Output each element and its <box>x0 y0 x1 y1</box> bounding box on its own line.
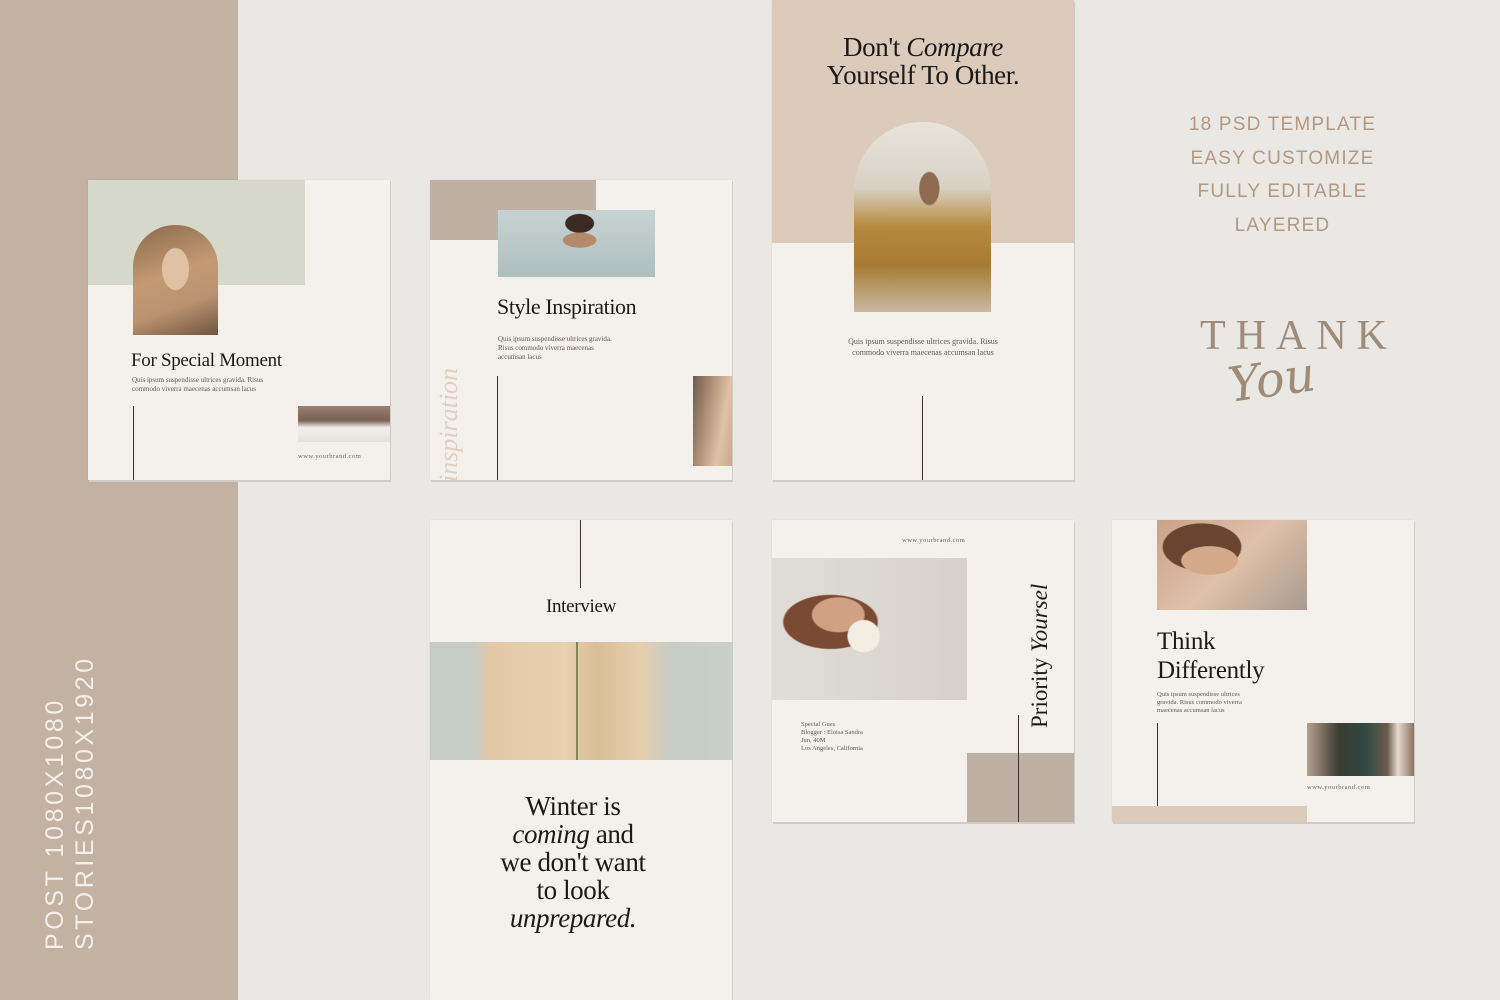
info-line: Jun, 40M <box>801 737 826 744</box>
card-title: Style Inspiration <box>497 294 637 319</box>
you-script-text: You <box>1224 346 1319 414</box>
template-card-style-inspiration[interactable]: Style Inspiration Quis ipsum suspendisse… <box>430 180 732 480</box>
card-body: Quis ipsum suspendisse ultrices gravida.… <box>132 376 264 393</box>
brand-url: www.yourbrand.com <box>298 453 362 460</box>
card-body: Quis ipsum suspendisse ultrices gravida.… <box>1157 691 1242 714</box>
yourself-word: Yoursel <box>1027 583 1052 652</box>
story-body: Quis ipsum suspendisse ultrices gravida.… <box>848 337 998 357</box>
feature-item: 18 PSD TEMPLATE <box>1188 114 1377 135</box>
divider-line <box>1018 715 1019 822</box>
taupe-block <box>967 753 1074 822</box>
divider-line <box>133 406 134 480</box>
side-band <box>0 0 238 1000</box>
template-card-special-moment[interactable]: For Special Moment Quis ipsum suspendiss… <box>88 180 390 480</box>
features-list: 18 PSD TEMPLATE EASY CUSTOMIZE FULLY EDI… <box>1160 108 1405 242</box>
flower-jacket-photo <box>430 642 732 760</box>
quote-line: unprepared. <box>430 904 716 932</box>
hat-photo <box>298 406 390 442</box>
arched-reclining-photo <box>854 122 991 312</box>
title-word-compare: Compare <box>906 32 1003 62</box>
title-line2: Differently <box>1157 657 1265 684</box>
info-line: Los Angeles, California <box>801 745 863 752</box>
quote-line: we don't want <box>500 847 646 877</box>
inspiration-vertical-text: inspiration <box>434 367 464 480</box>
info-line: Special Gues <box>801 721 836 728</box>
template-card-think-differently[interactable]: Think Differently Quis ipsum suspendisse… <box>1112 520 1414 822</box>
feature-item: EASY CUSTOMIZE <box>1190 147 1375 169</box>
divider-line <box>922 396 923 480</box>
quote-line: to look <box>536 875 610 905</box>
side-portrait-photo <box>693 376 732 466</box>
quote-line: coming and <box>430 820 716 848</box>
beige-strip <box>1112 806 1307 822</box>
template-card-priority-yourself[interactable]: www.yourbrand.com Priority Yoursel Speci… <box>772 520 1074 822</box>
brand-url: www.yourbrand.com <box>902 537 966 544</box>
priority-vertical-text: Priority Yoursel <box>1027 548 1053 728</box>
title-word-dont: Don't <box>843 32 900 62</box>
stories-size-label: STORIES1080X1920 <box>71 655 99 950</box>
guest-info: Special Gues Blogger : Eloisa Sandra Jun… <box>801 721 863 753</box>
quote-italic: coming <box>512 819 590 849</box>
story-title-line1: Don't Compare <box>772 32 1074 63</box>
shoulder-portrait-photo <box>1157 520 1307 610</box>
interview-title: Interview <box>545 596 617 617</box>
post-size-label: POST 1080X1080 <box>41 697 69 950</box>
portrait-photo <box>133 225 218 335</box>
quote-word: and <box>589 819 634 849</box>
size-label: POST 1080X1080 STORIES1080X1920 <box>40 655 100 950</box>
feature-item: FULLY EDITABLE <box>1197 181 1368 202</box>
flower-stem <box>576 642 578 760</box>
brand-url: www.yourbrand.com <box>1307 784 1371 791</box>
template-story-dont-compare[interactable]: Don't Compare Yourself To Other. Quis ip… <box>772 0 1074 480</box>
template-story-interview[interactable]: Interview Winter is coming and we don't … <box>430 520 732 1000</box>
title-line1: Think <box>1157 628 1216 655</box>
feature-item: LAYERED <box>1234 214 1331 236</box>
quote-italic: unprepared. <box>509 903 637 933</box>
card-title: For Special Moment <box>131 350 282 371</box>
quote-text: Winter is coming and we don't want to lo… <box>430 792 716 932</box>
divider-line <box>497 376 498 480</box>
card-body: Quis ipsum suspendisse ultrices gravida.… <box>498 335 612 361</box>
info-line: Blogger : Eloisa Sandra <box>801 729 863 736</box>
quote-line: Winter is <box>525 791 621 821</box>
dark-dress-photo <box>1307 723 1414 776</box>
top-divider-line <box>580 520 581 588</box>
woman-photo <box>498 210 655 277</box>
flowers-portrait-photo <box>772 558 967 700</box>
story-title-line2: Yourself To Other. <box>826 60 1020 90</box>
priority-word: Priority <box>1027 651 1052 728</box>
